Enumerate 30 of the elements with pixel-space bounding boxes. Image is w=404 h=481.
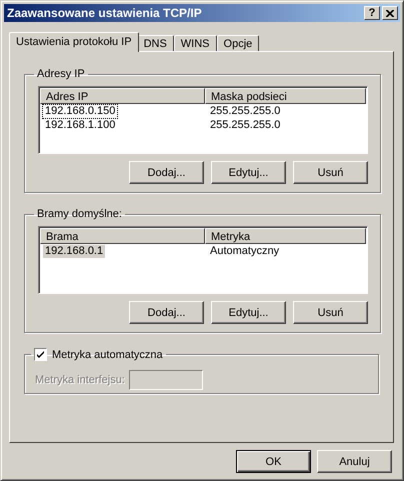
column-header[interactable]: Maska podsieci (205, 88, 366, 104)
checkbox-label: Metryka automatyczna (52, 348, 163, 360)
list-cell-text: 255.255.255.0 (209, 119, 282, 132)
dialog-button[interactable]: Anuluj (317, 450, 392, 473)
dialog-button[interactable]: OK (236, 450, 311, 473)
field-label: Metryka interfejsu: (35, 374, 125, 386)
dialog-button[interactable]: Dodaj... (129, 161, 204, 184)
list-cell-text: 255.255.255.0 (209, 105, 282, 118)
dialog-button[interactable]: Edytuj... (211, 161, 286, 184)
group-title: Bramy domyślne: (36, 208, 123, 220)
column-header[interactable]: Adres IP (40, 88, 205, 104)
column-header[interactable]: Metryka (205, 228, 366, 244)
tab[interactable]: Ustawienia protokołu IP (9, 32, 139, 52)
list-item[interactable]: 192.168.0.1 (43, 245, 106, 258)
tab[interactable]: WINS (174, 35, 217, 51)
list-view[interactable]: Brama Metryka 192.168.0.1 Automatyczny (38, 226, 368, 294)
tab[interactable]: Opcje (216, 35, 260, 51)
dialog-button[interactable]: Dodaj... (129, 301, 204, 324)
list-item[interactable]: 192.168.1.100 (43, 119, 118, 132)
dialog-button[interactable]: Edytuj... (211, 301, 286, 324)
list-cell-text: Automatyczny (209, 245, 280, 258)
list-view[interactable]: Adres IP Maska podsieci 192.168.0.150 255.255.255.0 192.168.1.100 255.255.255.0 (38, 86, 368, 154)
dialog-button[interactable]: Usuń (293, 161, 368, 184)
window-title: Zaawansowane ustawienia TCP/IP (7, 6, 203, 20)
group-title: Adresy IP (36, 68, 86, 80)
dialog-button[interactable]: Usuń (293, 301, 368, 324)
tab[interactable]: DNS (136, 35, 174, 51)
list-item[interactable]: 192.168.0.150 (43, 105, 118, 118)
help-button[interactable]: ? (364, 6, 380, 20)
column-header[interactable]: Brama (40, 228, 205, 244)
